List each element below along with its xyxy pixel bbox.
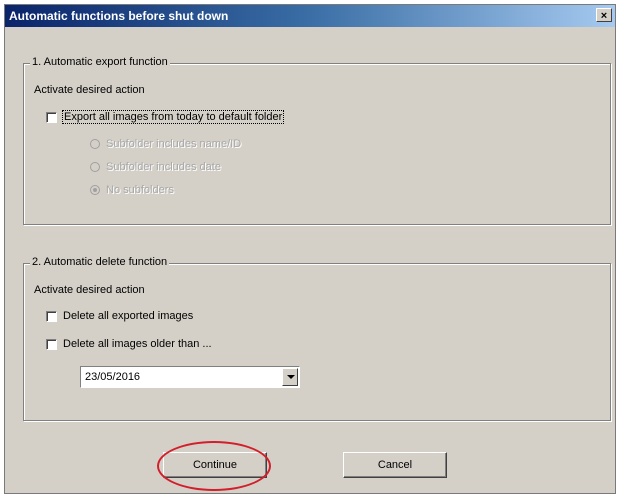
radio-no-subfolders[interactable]: No subfolders: [90, 184, 174, 196]
radio-subfolder-name[interactable]: Subfolder includes name/ID: [90, 138, 241, 150]
export-all-checkbox[interactable]: [46, 111, 57, 123]
radio-subfolder-date-label: Subfolder includes date: [106, 161, 221, 173]
radio-subfolder-date-button[interactable]: [90, 162, 100, 172]
delete-older-label: Delete all images older than ...: [63, 338, 212, 350]
delete-legend: 2. Automatic delete function: [30, 256, 170, 268]
continue-button[interactable]: Continue: [163, 452, 267, 478]
export-all-checkbox-row[interactable]: Export all images from today to default …: [46, 110, 285, 124]
export-legend: 1. Automatic export function: [30, 56, 170, 68]
delete-exported-checkbox[interactable]: [46, 310, 57, 322]
delete-exported-label: Delete all exported images: [63, 310, 194, 322]
export-instruction: Activate desired action: [34, 84, 145, 96]
export-groupbox: 1. Automatic export function Activate de…: [23, 56, 611, 225]
delete-groupbox: 2. Automatic delete function Activate de…: [23, 256, 611, 421]
date-dropdown[interactable]: 23/05/2016: [80, 366, 300, 388]
close-icon: ×: [600, 10, 608, 22]
radio-no-subfolders-label: No subfolders: [106, 184, 174, 196]
title-bar: Automatic functions before shut down ×: [5, 5, 615, 27]
chevron-down-icon[interactable]: [282, 368, 298, 386]
radio-subfolder-name-button[interactable]: [90, 139, 100, 149]
dialog-window: Automatic functions before shut down × 1…: [4, 4, 616, 494]
delete-exported-checkbox-row[interactable]: Delete all exported images: [46, 310, 193, 322]
delete-instruction: Activate desired action: [34, 284, 145, 296]
window-title: Automatic functions before shut down: [9, 9, 229, 23]
radio-subfolder-name-label: Subfolder includes name/ID: [106, 138, 242, 150]
radio-subfolder-date[interactable]: Subfolder includes date: [90, 161, 221, 173]
export-all-label: Export all images from today to default …: [61, 110, 285, 124]
delete-older-checkbox[interactable]: [46, 338, 57, 350]
radio-no-subfolders-button[interactable]: [90, 185, 100, 195]
date-dropdown-value: 23/05/2016: [85, 371, 141, 383]
cancel-button[interactable]: Cancel: [343, 452, 447, 478]
delete-older-checkbox-row[interactable]: Delete all images older than ...: [46, 338, 212, 350]
close-button[interactable]: ×: [596, 8, 612, 22]
